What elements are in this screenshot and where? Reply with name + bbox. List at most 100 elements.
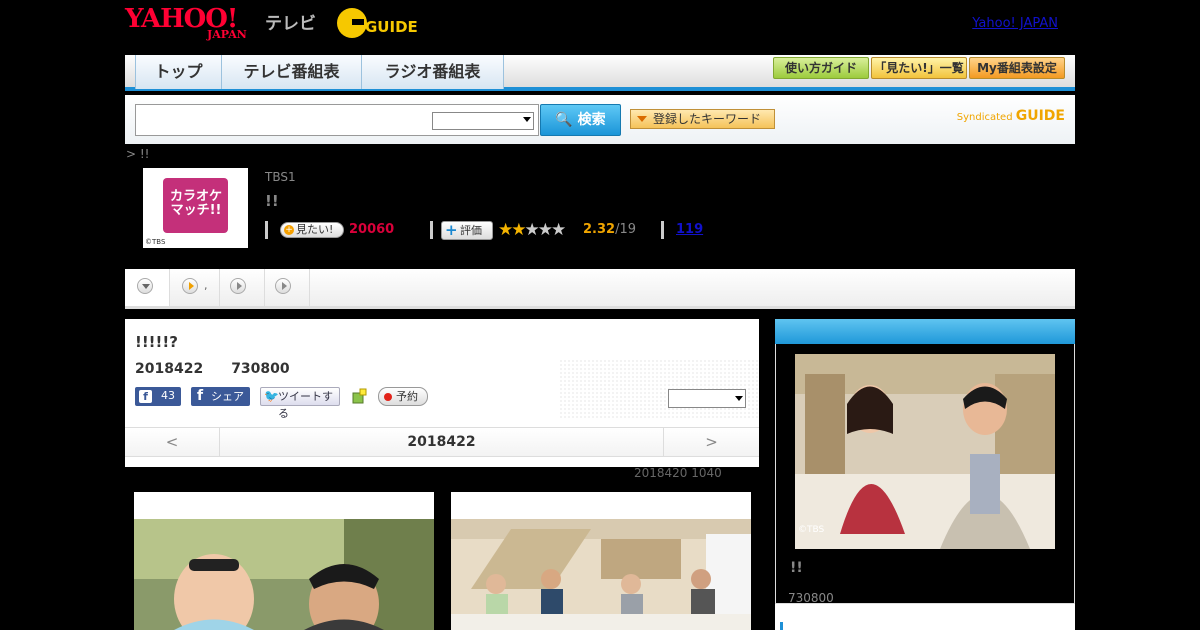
content-tabstrip: ,: [125, 269, 1075, 309]
mitai-button[interactable]: + 見たい!: [280, 222, 344, 238]
syndicated-gguide: Syndicated GUIDE: [957, 108, 1065, 124]
sidebar-photo-copyright: ©TBS: [798, 525, 825, 535]
play-icon: [237, 282, 242, 290]
episode-airtime: 2018422 730800: [135, 361, 290, 377]
rating-value: 2.32/19: [583, 222, 636, 237]
search-icon: 🔍: [555, 112, 573, 128]
search-category-select[interactable]: [432, 112, 534, 130]
rating-score: 2.32: [583, 222, 616, 237]
sidebar-meta: 730800: [788, 591, 834, 605]
tv-logo[interactable]: テレビ: [265, 9, 316, 34]
mitai-count: 20060: [349, 222, 395, 237]
date-navigator: < 2018422 >: [125, 427, 759, 457]
photo-image: [451, 519, 751, 630]
tab-summary[interactable]: [125, 269, 170, 306]
sidebar-footer-marker: [780, 622, 783, 630]
tab-circle: [230, 278, 246, 294]
facebook-like-button[interactable]: f 43: [135, 387, 181, 406]
stat-divider: [430, 221, 433, 239]
nav-tab-top[interactable]: トップ: [136, 55, 222, 89]
search-button[interactable]: 🔍 検索: [540, 104, 621, 136]
nav-tab-tv-schedule[interactable]: テレビ番組表: [222, 55, 362, 89]
tab-episodes[interactable]: ,: [170, 269, 220, 306]
date-prev-button[interactable]: <: [125, 428, 220, 456]
program-logo-text: カラオケマッチ!!: [169, 189, 222, 218]
registered-keywords-button[interactable]: 登録したキーワード: [630, 109, 775, 129]
tab-episodes-label: ,: [204, 279, 208, 292]
facebook-icon: f: [139, 390, 152, 403]
sidebar-title: !!: [790, 560, 803, 576]
tab-circle: [275, 278, 291, 294]
rate-button[interactable]: + 評価: [441, 221, 493, 240]
nav-utility-buttons: 使い方ガイド 「見たい!」一覧 My番組表設定: [773, 57, 1065, 79]
program-title: !!: [265, 192, 279, 210]
syndicated-label: Syndicated: [956, 112, 1013, 123]
thumbnail-copyright: ©TBS: [145, 238, 166, 246]
syndicated-logo: GUIDE: [1015, 108, 1065, 124]
twitter-bird-icon: 🐦: [264, 389, 279, 403]
registered-keywords-label: 登録したキーワード: [653, 112, 762, 126]
stat-divider: [661, 221, 664, 239]
sidebar-photo-image: [795, 354, 1055, 549]
photo-image: [134, 519, 434, 630]
yahoo-japan-link[interactable]: Yahoo! JAPAN: [972, 16, 1058, 31]
triangle-down-icon: [637, 116, 647, 122]
episode-title: !!!!!?: [135, 333, 178, 351]
episode-photo-1[interactable]: [134, 492, 434, 630]
triangle-down-icon: [142, 284, 150, 289]
chevron-down-icon: [523, 117, 531, 122]
tab-circle: [182, 278, 198, 294]
bookmark-add-icon[interactable]: [351, 388, 367, 404]
tab-reviews[interactable]: [265, 269, 310, 306]
updated-timestamp: 2018420 1040: [634, 466, 722, 480]
facebook-icon: f: [197, 388, 204, 404]
search-bar: 🔍 検索 登録したキーワード Syndicated GUIDE: [125, 95, 1075, 144]
chevron-down-icon: [735, 396, 743, 401]
star-empty-icon: ★: [551, 220, 566, 240]
sidebar-header: [775, 319, 1075, 344]
site-header: YAHOO! JAPAN テレビ GUIDE Yahoo! JAPAN: [125, 0, 1075, 55]
reserve-label: 予約: [396, 390, 418, 403]
mitai-list-button[interactable]: 「見たい!」一覧: [871, 57, 967, 79]
channel-name: TBS1: [265, 170, 296, 184]
rate-button-label: 評価: [460, 224, 482, 237]
sidebar-photo[interactable]: ©TBS: [795, 354, 1055, 549]
nav-tabs: トップ テレビ番組表 ラジオ番組表: [135, 55, 504, 89]
star-empty-icon: ★: [537, 220, 553, 240]
tab-cast[interactable]: [220, 269, 265, 306]
gguide-logo-text: GUIDE: [365, 18, 418, 36]
play-icon: [189, 282, 194, 290]
plus-icon: +: [284, 225, 294, 235]
search-button-label: 検索: [577, 112, 606, 128]
plus-icon: +: [445, 221, 458, 239]
star-empty-icon: ★: [524, 220, 540, 240]
program-thumbnail[interactable]: カラオケマッチ!! ©TBS: [143, 168, 248, 248]
episode-select[interactable]: [668, 389, 746, 408]
tweet-button[interactable]: 🐦 ツイートする: [260, 387, 340, 420]
star-rating: ★★★★★: [498, 220, 566, 240]
record-dot-icon: [384, 393, 392, 401]
stat-divider: [265, 221, 268, 239]
mitai-button-label: 見たい!: [296, 223, 334, 236]
play-icon: [282, 282, 287, 290]
episode-photo-2[interactable]: [451, 492, 751, 630]
star-filled-icon: ★: [498, 220, 513, 240]
gguide-logo[interactable]: GUIDE: [335, 6, 431, 40]
rating-denominator: /19: [615, 222, 636, 237]
review-count-link[interactable]: 119: [676, 222, 703, 237]
facebook-share-button[interactable]: f シェア: [191, 387, 250, 406]
date-next-button[interactable]: >: [663, 428, 759, 456]
date-label: 2018422: [407, 434, 476, 450]
reserve-button[interactable]: 予約: [378, 387, 428, 406]
guide-button[interactable]: 使い方ガイド: [773, 57, 869, 79]
star-filled-icon: ★: [511, 220, 526, 240]
breadcrumb[interactable]: > !!: [126, 147, 150, 161]
nav-tab-radio-schedule[interactable]: ラジオ番組表: [362, 55, 504, 89]
facebook-like-count: 43: [161, 389, 175, 402]
sidebar-footer: [775, 604, 1075, 630]
main-navbar: トップ テレビ番組表 ラジオ番組表 使い方ガイド 「見たい!」一覧 My番組表設…: [125, 55, 1075, 91]
facebook-share-label: シェア: [211, 390, 244, 403]
tweet-label: ツイートする: [278, 390, 333, 420]
episode-panel: !!!!!? 2018422 730800 f 43 f シェア 🐦 ツイートす…: [125, 319, 759, 467]
my-schedule-button[interactable]: My番組表設定: [969, 57, 1065, 79]
